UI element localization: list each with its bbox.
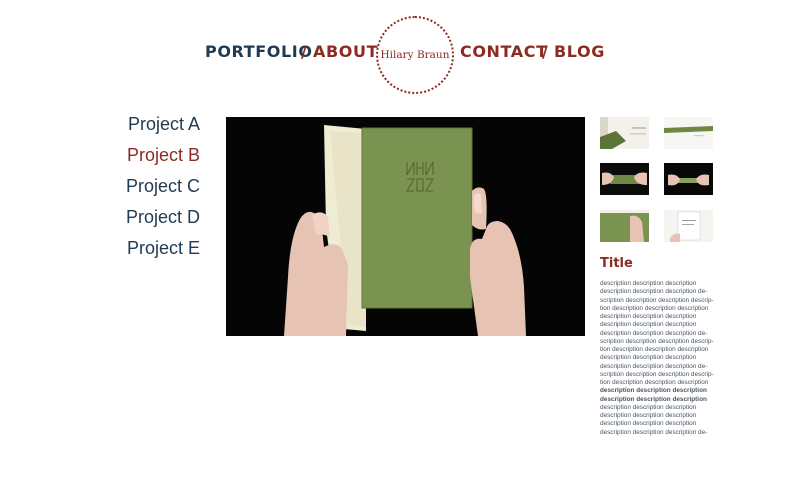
thumbnail-1[interactable]	[600, 117, 649, 149]
nav-blog-link[interactable]: BLOG	[554, 42, 605, 61]
description-line: tion description description description	[600, 346, 709, 353]
description-line: description description description de-	[600, 362, 708, 370]
project-item-a[interactable]: Project A	[128, 114, 200, 135]
thumbnail-6[interactable]	[664, 210, 713, 242]
thumbnail-4[interactable]	[664, 163, 713, 195]
description-line: description description description	[600, 313, 697, 320]
description-line: scription description description descri…	[600, 337, 714, 345]
description-line: description description description de-	[600, 329, 708, 337]
project-title: Title	[600, 256, 633, 271]
nav-about-link[interactable]: ABOUT	[313, 42, 378, 61]
description-line: description description description	[600, 395, 707, 403]
logo-name: Hilary Braun	[380, 49, 450, 61]
thumbnail-2[interactable]	[664, 117, 713, 149]
nav-contact-link[interactable]: CONTACT	[460, 42, 548, 61]
description-line: description description description	[600, 412, 697, 419]
project-item-b[interactable]: Project B	[127, 145, 200, 166]
thumbnail-5[interactable]	[600, 210, 649, 242]
thumbnail-5-image	[600, 210, 649, 242]
nav-separator: /	[542, 42, 548, 61]
description-line: description description description	[600, 321, 697, 329]
project-item-e[interactable]: Project E	[127, 238, 200, 259]
project-item-c[interactable]: Project C	[126, 176, 200, 197]
main-project-image[interactable]	[226, 117, 585, 336]
thumbnail-3[interactable]	[600, 163, 649, 195]
book-photo	[226, 117, 585, 336]
description-line: description description description	[600, 354, 697, 362]
project-description: description description description descr…	[600, 280, 718, 437]
description-line: scription description description descri…	[600, 296, 714, 304]
thumbnail-6-image	[664, 210, 713, 242]
description-line: description description description	[600, 420, 697, 428]
nav-separator: /	[301, 42, 307, 61]
thumbnail-2-image	[664, 117, 713, 149]
description-line: tion description description description	[600, 379, 709, 386]
description-line: description description description de-	[600, 428, 708, 436]
project-item-d[interactable]: Project D	[126, 207, 200, 228]
thumbnail-3-image	[600, 163, 649, 195]
description-line: tion description description description	[600, 304, 709, 312]
description-line: description description description	[600, 280, 697, 287]
description-line: description description description	[600, 403, 697, 411]
nav-portfolio-link[interactable]: PORTFOLIO	[205, 42, 313, 61]
thumbnail-4-image	[664, 163, 713, 195]
description-line: description description description de-	[600, 288, 708, 296]
logo-badge[interactable]: Hilary Braun	[376, 16, 454, 94]
book-cover	[362, 128, 472, 308]
description-line: scription description description descri…	[600, 370, 714, 378]
description-line: description description description	[600, 387, 707, 395]
thumbnail-1-image	[600, 117, 649, 149]
